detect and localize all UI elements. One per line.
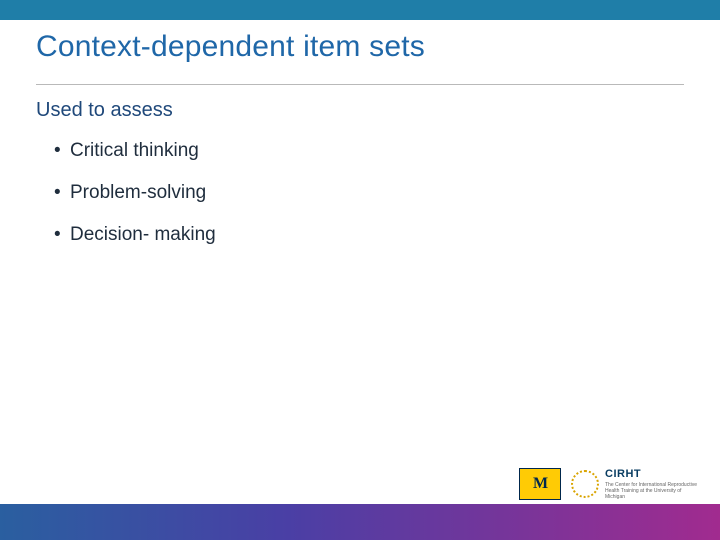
title-divider [36, 84, 684, 85]
um-logo: M [519, 468, 561, 500]
logo-group: M CIRHT The Center for International Rep… [519, 468, 700, 500]
footer-gradient [0, 504, 720, 540]
slide: Context-dependent item sets Used to asse… [0, 0, 720, 540]
top-bar [0, 0, 720, 20]
bullet-list: Critical thinking Problem-solving Decisi… [54, 140, 684, 246]
content-area: Context-dependent item sets Used to asse… [36, 30, 684, 266]
list-item: Problem-solving [54, 182, 684, 204]
subheading: Used to assess [36, 99, 684, 122]
cirht-name: CIRHT [605, 469, 700, 480]
cirht-text: CIRHT The Center for International Repro… [605, 469, 700, 500]
list-item: Decision- making [54, 224, 684, 246]
um-logo-letter: M [533, 475, 547, 493]
cirht-subtitle: The Center for International Reproductiv… [605, 482, 700, 500]
list-item: Critical thinking [54, 140, 684, 162]
slide-title: Context-dependent item sets [36, 30, 684, 64]
cirht-logo: CIRHT The Center for International Repro… [571, 469, 700, 500]
footer: M CIRHT The Center for International Rep… [0, 478, 720, 540]
cirht-ring-icon [571, 470, 599, 498]
